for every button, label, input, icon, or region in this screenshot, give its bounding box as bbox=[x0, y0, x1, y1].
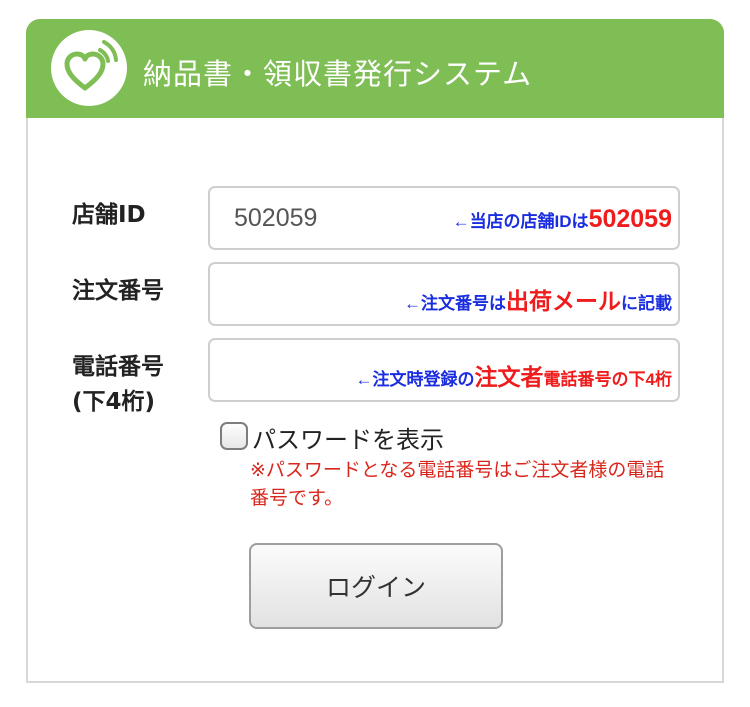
store-id-label: 店舗ID bbox=[72, 202, 146, 228]
login-button[interactable]: ログイン bbox=[249, 543, 503, 629]
phone-hint-prefix: ←注文時登録の bbox=[355, 370, 475, 389]
order-number-hint-suffix: に記載 bbox=[621, 294, 672, 313]
password-note: ※パスワードとなる電話番号はご注文者様の電話番号です。 bbox=[250, 459, 665, 509]
store-id-field[interactable]: 502059 ←当店の店舗IDは502059 bbox=[208, 186, 680, 250]
order-number-field[interactable]: ←注文番号は出荷メールに記載 bbox=[208, 262, 680, 326]
phone-label: 電話番号 bbox=[72, 354, 164, 380]
app-title: 納品書・領収書発行システム bbox=[143, 57, 533, 91]
store-id-hint-prefix: ←当店の店舗IDは bbox=[452, 212, 589, 231]
phone-hint: ←注文時登録の注文者電話番号の下4桁 bbox=[356, 358, 672, 392]
order-number-hint-emphasis: 出荷メール bbox=[506, 288, 621, 314]
order-number-hint: ←注文番号は出荷メールに記載 bbox=[404, 282, 672, 316]
order-number-hint-prefix: ←注文番号は bbox=[404, 294, 506, 313]
phone-field[interactable]: ←注文時登録の注文者電話番号の下4桁 bbox=[208, 338, 680, 402]
store-id-hint: ←当店の店舗IDは502059 bbox=[453, 205, 672, 234]
show-password-label[interactable]: パスワードを表示 bbox=[252, 420, 444, 455]
phone-hint-suffix: 電話番号の下4桁 bbox=[543, 370, 672, 389]
phone-hint-emphasis: 注文者 bbox=[474, 364, 544, 390]
heart-signal-icon bbox=[64, 40, 118, 91]
store-id-hint-emphasis: 502059 bbox=[588, 205, 672, 233]
app-header: 納品書・領収書発行システム bbox=[26, 19, 724, 118]
phone-sublabel: (下4桁) bbox=[72, 389, 156, 415]
logo bbox=[51, 30, 127, 106]
store-id-value: 502059 bbox=[234, 204, 318, 232]
order-number-label: 注文番号 bbox=[72, 278, 164, 304]
login-card: 納品書・領収書発行システム 店舗ID 502059 ←当店の店舗IDは50205… bbox=[26, 19, 724, 683]
show-password-checkbox[interactable] bbox=[220, 422, 248, 450]
